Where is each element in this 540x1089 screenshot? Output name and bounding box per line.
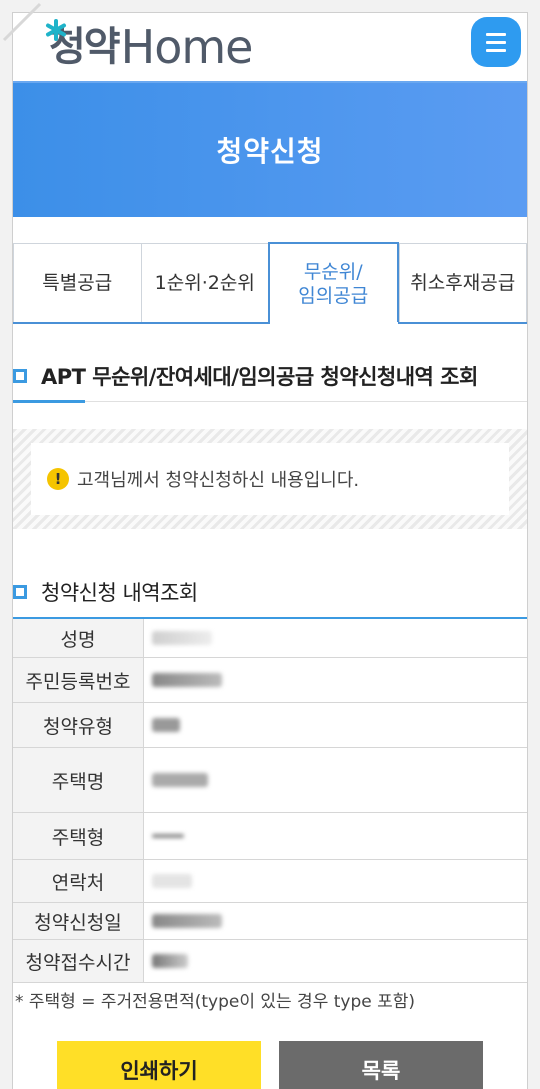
- header: 청약 Home: [13, 13, 527, 81]
- row-label-receipt-time: 청약접수시간: [13, 940, 144, 982]
- table-row: 성명: [13, 619, 527, 658]
- hamburger-icon[interactable]: [471, 17, 521, 67]
- row-label-house-name: 주택명: [13, 748, 144, 812]
- app-frame: 청약 Home 청약신청 특별공급 1순위·2순위 무순위/ 임의공급 취소후재…: [12, 12, 528, 1089]
- row-label-contact: 연락처: [13, 860, 144, 902]
- row-value-application-type: [144, 703, 527, 747]
- row-value-name: [144, 619, 527, 657]
- row-label-application-type: 청약유형: [13, 703, 144, 747]
- row-value-contact: [144, 860, 527, 902]
- row-value-house-name: [144, 748, 527, 812]
- square-bullet-icon: [13, 585, 27, 599]
- row-value-resident-number: [144, 658, 527, 702]
- section-accent-bar: [13, 400, 85, 403]
- tab-first-second-rank[interactable]: 1순위·2순위: [140, 243, 268, 323]
- square-bullet-icon: [13, 369, 27, 383]
- tab-bar: 특별공급 1순위·2순위 무순위/ 임의공급 취소후재공급: [13, 242, 527, 324]
- tab-cancel-resupply[interactable]: 취소후재공급: [398, 243, 527, 323]
- corner-decoration: [2, 2, 42, 42]
- row-label-name: 성명: [13, 619, 144, 657]
- table-row: 주민등록번호: [13, 658, 527, 703]
- page-title: 청약신청: [216, 135, 324, 168]
- section-divider: [13, 401, 527, 402]
- application-table: 성명 주민등록번호 청약유형 주택명 주택형 연락처 청약신청일 청약접수시간: [13, 617, 527, 983]
- notice-box: ! 고객님께서 청약신청하신 내용입니다.: [13, 429, 527, 529]
- table-row: 청약유형: [13, 703, 527, 748]
- table-row: 연락처: [13, 860, 527, 903]
- row-label-application-date: 청약신청일: [13, 903, 144, 939]
- table-row: 주택형: [13, 813, 527, 860]
- print-button[interactable]: 인쇄하기: [57, 1041, 261, 1089]
- exclamation-icon: !: [47, 468, 69, 490]
- row-label-resident-number: 주민등록번호: [13, 658, 144, 702]
- section-title-inquiry: APT 무순위/잔여세대/임의공급 청약신청내역 조회: [13, 361, 527, 391]
- notice-text: 고객님께서 청약신청하신 내용입니다.: [77, 470, 360, 491]
- tab-unranked-supply[interactable]: 무순위/ 임의공급: [268, 242, 399, 324]
- table-row: 주택명: [13, 748, 527, 813]
- row-value-receipt-time: [144, 940, 527, 982]
- list-button[interactable]: 목록: [279, 1041, 483, 1089]
- table-row: 청약접수시간: [13, 940, 527, 983]
- row-label-house-type: 주택형: [13, 813, 144, 859]
- star-icon: [46, 19, 66, 41]
- logo-korean: 청약: [46, 19, 121, 73]
- tabs-underline-gap: [270, 322, 398, 324]
- row-value-application-date: [144, 903, 527, 939]
- section-title-history: 청약신청 내역조회: [13, 577, 527, 607]
- table-row: 청약신청일: [13, 903, 527, 940]
- notice-content: ! 고객님께서 청약신청하신 내용입니다.: [31, 443, 509, 515]
- logo-english: Home: [120, 20, 254, 74]
- logo[interactable]: 청약 Home: [46, 17, 254, 74]
- row-value-house-type: [144, 813, 527, 859]
- footnote: * 주택형 = 주거전용면적(type이 있는 경우 type 포함): [15, 992, 416, 1012]
- tab-special-supply[interactable]: 특별공급: [13, 243, 141, 323]
- tab-unranked-supply-label: 무순위/ 임의공급: [298, 261, 369, 307]
- page-banner: 청약신청: [13, 81, 527, 217]
